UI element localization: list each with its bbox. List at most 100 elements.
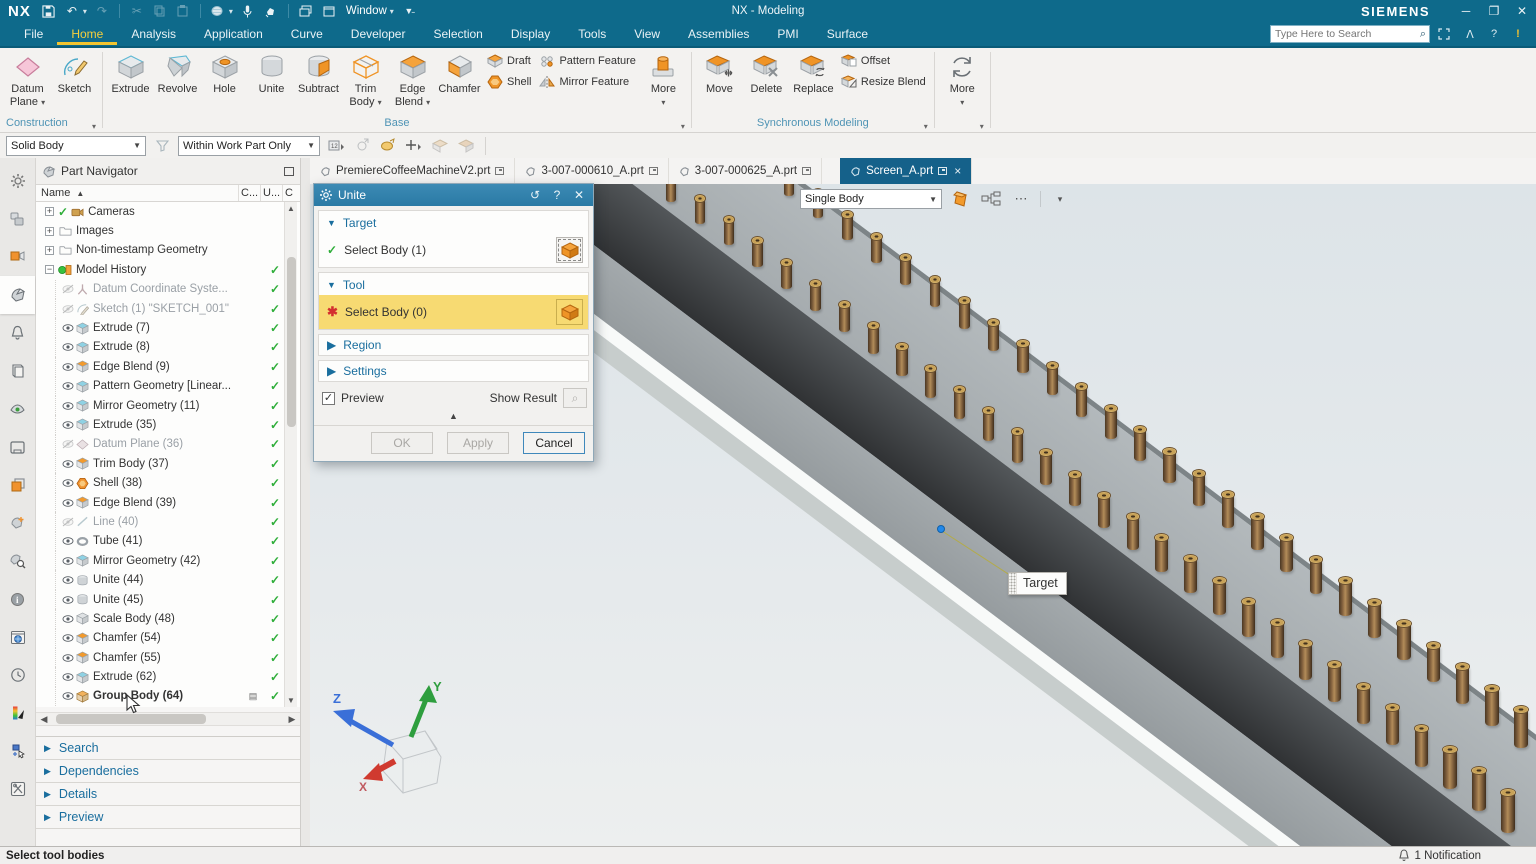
visible-eye-icon[interactable] <box>61 323 74 333</box>
unite-dialog[interactable]: Unite ↺ ? ✕ ▼ Target ✓ Select Body (1) ▼… <box>313 183 594 462</box>
resize-blend-button[interactable]: Resize Blend <box>841 75 926 89</box>
tree-row-line-40[interactable]: Line (40)✓ <box>36 512 300 531</box>
assembly-navigator-icon[interactable] <box>0 200 35 238</box>
utilities-toolbox-icon[interactable] <box>0 770 35 808</box>
visual-reports-icon[interactable] <box>0 694 35 732</box>
construction-group-caret-icon[interactable]: ▾ <box>92 122 96 131</box>
dialog-close-icon[interactable]: ✕ <box>571 188 587 202</box>
trim-body-button[interactable]: Trim Body ▾ <box>342 50 389 108</box>
highlight-point-icon[interactable] <box>378 137 398 155</box>
window-menu[interactable]: Window <box>346 5 387 17</box>
more-options-icon[interactable]: ⋯ <box>1010 189 1032 209</box>
tree-row-datum-plane-36[interactable]: Datum Plane (36)✓ <box>36 435 300 454</box>
menu-selection[interactable]: Selection <box>419 23 496 45</box>
tree-row-model-history[interactable]: −Model History✓ <box>36 260 300 279</box>
displayed-part-icon[interactable] <box>649 167 658 175</box>
touch-pointer-icon[interactable] <box>0 732 35 770</box>
section-expand-icon[interactable]: ▶ <box>44 812 51 823</box>
hole-button[interactable]: Hole <box>201 50 248 96</box>
scroll-right-icon[interactable]: ▶ <box>284 714 300 725</box>
tree-row-edge-blend-9[interactable]: Edge Blend (9)✓ <box>36 357 300 376</box>
notification-area[interactable]: 1 Notification <box>1398 849 1536 862</box>
tree-row-mirror-geometry-42[interactable]: Mirror Geometry (42)✓ <box>36 551 300 570</box>
visible-eye-icon[interactable] <box>61 691 74 701</box>
point-constructor-icon[interactable] <box>404 137 424 155</box>
cascade-windows-icon[interactable] <box>298 3 314 19</box>
menu-display[interactable]: Display <box>497 23 564 45</box>
section-expand-icon[interactable]: ▶ <box>44 789 51 800</box>
filter-icon[interactable] <box>152 137 172 155</box>
hidden-eye-icon[interactable] <box>61 517 74 527</box>
chamfer-button[interactable]: Chamfer <box>436 50 483 96</box>
navigator-section-search[interactable]: ▶Search <box>36 737 300 760</box>
scope-filter-select[interactable]: Within Work Part Only▼ <box>178 136 320 156</box>
revolve-button[interactable]: Revolve <box>154 50 201 96</box>
visible-eye-icon[interactable] <box>61 595 74 605</box>
menu-tools[interactable]: Tools <box>564 23 620 45</box>
tree-row-tube-41[interactable]: Tube (41)✓ <box>36 532 300 551</box>
target-select-body-button[interactable] <box>556 237 583 263</box>
menu-home[interactable]: Home <box>57 23 117 45</box>
window-icon[interactable] <box>321 3 337 19</box>
tree-row-scale-body-48[interactable]: Scale Body (48)✓ <box>36 609 300 628</box>
settings-gear-icon[interactable] <box>0 162 35 200</box>
minimize-ribbon-icon[interactable]: ᐱ <box>1462 28 1478 41</box>
tree-row-group-body-64[interactable]: Group Body (64)▤✓ <box>36 687 300 706</box>
base-group-caret-icon[interactable]: ▾ <box>681 122 685 131</box>
pattern-feature-button[interactable]: Pattern Feature <box>539 54 635 68</box>
visible-eye-icon[interactable] <box>61 498 74 508</box>
restore-button[interactable]: ❐ <box>1480 0 1508 22</box>
menu-view[interactable]: View <box>620 23 674 45</box>
layers-icon[interactable] <box>0 466 35 504</box>
tree-row-datum-coordinate-syste[interactable]: Datum Coordinate Syste...✓ <box>36 280 300 299</box>
move-face-button[interactable]: Move <box>696 50 743 96</box>
tree-row-extrude-7[interactable]: Extrude (7)✓ <box>36 318 300 337</box>
mirror-feature-button[interactable]: Mirror Feature <box>539 75 635 89</box>
expander-icon[interactable]: + <box>45 227 54 236</box>
column-name[interactable]: Name <box>41 187 70 199</box>
save-icon[interactable] <box>41 3 57 19</box>
draft-button[interactable]: Draft <box>487 54 531 68</box>
menu-file[interactable]: File <box>10 23 57 45</box>
visible-eye-icon[interactable] <box>61 420 74 430</box>
visible-eye-icon[interactable] <box>61 342 74 352</box>
reuse-library-icon[interactable] <box>0 352 35 390</box>
target-select-row[interactable]: ✓ Select Body (1) <box>319 233 588 267</box>
dialog-collapse-icon[interactable]: ▲ <box>314 408 593 423</box>
offset-region-button[interactable]: Offset <box>841 54 926 68</box>
target-tag-grip[interactable] <box>1009 573 1017 594</box>
menu-developer[interactable]: Developer <box>337 23 420 45</box>
cancel-button[interactable]: Cancel <box>523 432 585 454</box>
search-icon[interactable]: ⌕ <box>1420 28 1429 41</box>
tab-close-icon[interactable]: × <box>954 164 961 178</box>
touch-mode-icon[interactable] <box>263 3 279 19</box>
preview-checkbox[interactable]: ✓ <box>322 392 335 405</box>
scroll-left-icon[interactable]: ◀ <box>36 714 52 725</box>
undo-caret-icon[interactable]: ▾ <box>83 7 87 16</box>
sketch-frame-icon[interactable] <box>0 428 35 466</box>
type-filter-select[interactable]: Solid Body▼ <box>6 136 146 156</box>
window-menu-caret-icon[interactable]: ▾ <box>390 7 394 16</box>
tree-row-chamfer-55[interactable]: Chamfer (55)✓ <box>36 648 300 667</box>
expander-icon[interactable]: − <box>45 265 54 274</box>
tab-screen-a-prt[interactable]: Screen_A.prt× <box>840 158 972 184</box>
tree-row-unite-44[interactable]: Unite (44)✓ <box>36 570 300 589</box>
visible-eye-icon[interactable] <box>61 575 74 585</box>
visible-eye-icon[interactable] <box>61 459 74 469</box>
tree-row-pattern-geometry-linear[interactable]: Pattern Geometry [Linear...✓ <box>36 377 300 396</box>
visible-eye-icon[interactable] <box>61 614 74 624</box>
scroll-up-icon[interactable]: ▲ <box>285 202 297 215</box>
help-icon[interactable]: ? <box>1486 28 1502 40</box>
base-more-button[interactable]: More▾ <box>640 50 687 108</box>
tree-row-extrude-62[interactable]: Extrude (62)✓ <box>36 667 300 686</box>
find-feature-icon[interactable] <box>0 542 35 580</box>
tree-row-edge-blend-39[interactable]: Edge Blend (39)✓ <box>36 493 300 512</box>
visible-eye-icon[interactable] <box>61 478 74 488</box>
visible-eye-icon[interactable] <box>61 401 74 411</box>
synchronous-group-caret-icon[interactable]: ▾ <box>924 122 928 131</box>
display-filter-select[interactable]: Single Body▼ <box>800 189 942 209</box>
settings-section-header[interactable]: ▶ Settings <box>318 360 589 382</box>
search-input[interactable] <box>1271 28 1420 40</box>
selection-point[interactable] <box>937 525 945 533</box>
sketch-button[interactable]: Sketch <box>51 50 98 96</box>
